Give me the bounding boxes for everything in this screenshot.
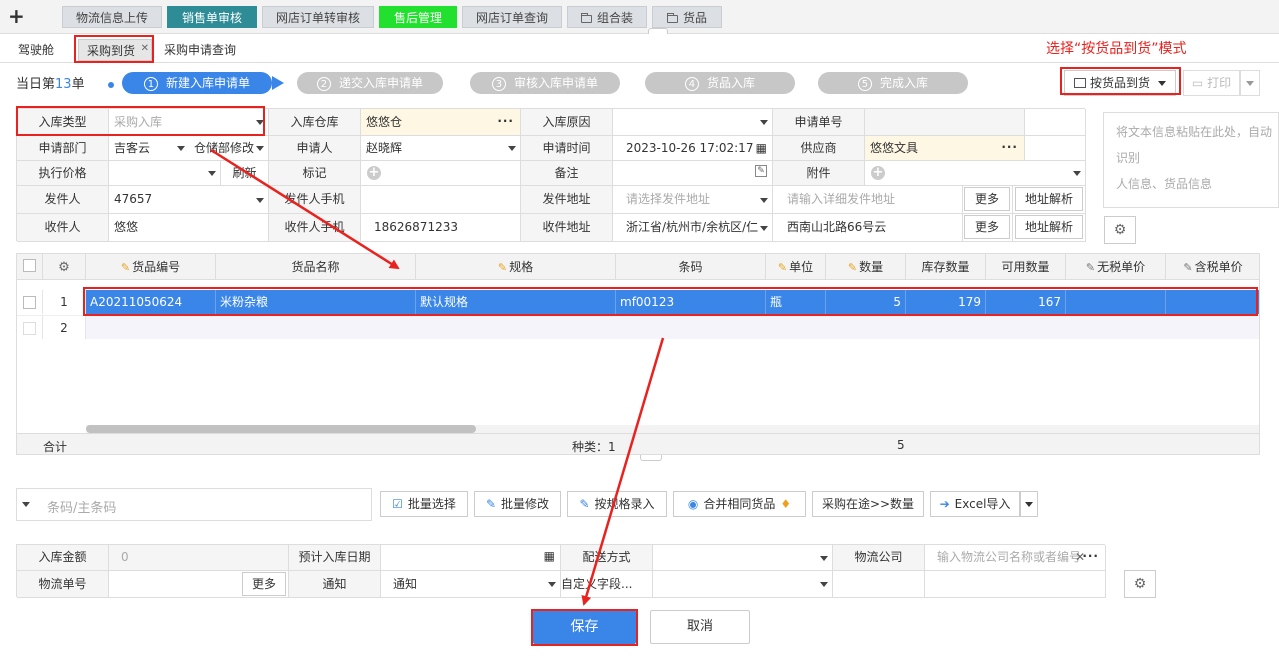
arrow-to-save [581, 337, 665, 606]
arrow-to-row [210, 148, 400, 270]
annotation-arrows [210, 148, 665, 606]
